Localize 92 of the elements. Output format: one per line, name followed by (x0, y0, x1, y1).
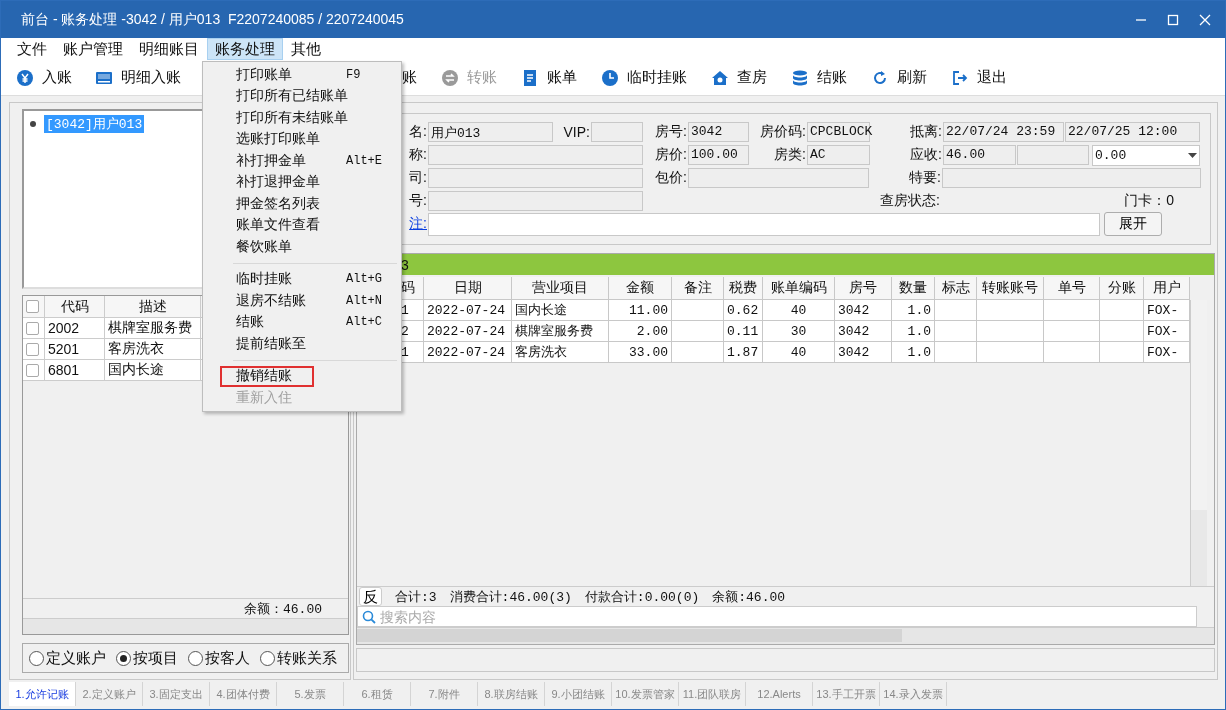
text-field[interactable]: 100.00 (688, 145, 749, 165)
field-label: 号: (408, 192, 427, 210)
text-field[interactable] (428, 145, 643, 165)
menu-item[interactable]: 文件 (9, 38, 55, 60)
text-field[interactable] (591, 122, 643, 142)
toolbar-button[interactable]: 退出 (952, 68, 1007, 87)
summary-text: 合计:3 (395, 588, 437, 606)
refresh-icon (872, 69, 888, 86)
radio-button[interactable] (29, 650, 44, 666)
menu-item[interactable]: 撤销结账 (220, 365, 314, 387)
toolbar-button[interactable]: 查房 (712, 68, 767, 87)
toolbar-button[interactable]: 明细入账 (96, 68, 181, 87)
bullet-icon (30, 121, 36, 127)
text-field[interactable]: 用户013 (428, 122, 553, 142)
field-label: 特要: (908, 169, 941, 187)
expand-button[interactable]: 展开 (1104, 212, 1162, 236)
radio-label[interactable]: 按项目 (133, 648, 178, 668)
database-icon (792, 69, 808, 86)
table-cell: 6801 (45, 360, 105, 381)
text-field[interactable]: 3042 (688, 122, 749, 142)
field-label: 应收: (909, 146, 942, 164)
text-field[interactable]: 22/07/25 12:00 (1065, 122, 1200, 142)
field-label: VIP: (562, 124, 590, 140)
keyboard-icon (96, 69, 112, 86)
text-field[interactable]: 22/07/24 23:59 (943, 122, 1064, 142)
balance-text: 余额：46.00 (244, 600, 322, 618)
field-label: 司: (408, 169, 427, 187)
field-label: 房号: (654, 123, 687, 141)
document-icon (522, 69, 538, 86)
radio-label[interactable]: 定义账户 (46, 648, 106, 668)
exit-icon (952, 69, 968, 86)
dropdown-field[interactable]: 0.00 (1092, 144, 1200, 166)
window-title: 前台 - 账务处理 -3042 / 用户013 F2207240085 / 2207240045 (21, 10, 405, 29)
text-field[interactable] (1017, 145, 1089, 165)
toolbar-button[interactable]: 临时挂账 (602, 68, 687, 87)
menu-item[interactable]: 选账打印账单 (205, 128, 399, 150)
tab[interactable]: 1.允许记账 (9, 682, 76, 706)
house-icon (712, 69, 728, 86)
menu-item[interactable]: 明细账目 (131, 38, 207, 60)
menu-item[interactable]: 账户管理 (55, 38, 131, 60)
toolbar-button[interactable]: 账单 (522, 68, 577, 87)
dropdown-arrow-icon (1188, 152, 1197, 158)
menu-item[interactable]: 打印所有未结账单 (205, 107, 399, 129)
transfer-icon (442, 69, 458, 86)
summary-text: 付款合计:0.00(0) (584, 588, 700, 606)
menu-item[interactable]: 打印账单 F9 (205, 64, 399, 86)
toolbar-button[interactable]: 结账 (792, 68, 847, 87)
radio-label[interactable]: 按客人 (205, 648, 250, 668)
radio-button[interactable] (188, 650, 203, 666)
text-field[interactable] (942, 168, 1201, 188)
menu-item[interactable]: 补打退押金单 (205, 171, 399, 193)
checkbox[interactable] (26, 363, 39, 377)
field-label: 房价: (654, 146, 687, 164)
menu-item[interactable]: 其他 (283, 38, 329, 60)
clock-icon (602, 69, 618, 86)
field-label: 抵离: (909, 123, 942, 141)
field-label: 查房状态: (879, 192, 940, 210)
summary-text: 余额:46.00 (712, 588, 786, 606)
text-field[interactable]: 46.00 (943, 145, 1016, 165)
table-cell: 国内长途 (105, 360, 201, 381)
checkbox[interactable] (26, 321, 39, 335)
field-label: 房价码: (759, 123, 806, 141)
menu-item[interactable]: 补打押金单 Alt+E (205, 150, 399, 172)
text-field[interactable] (428, 191, 643, 211)
field-label: 门卡：0 (1123, 192, 1174, 210)
checkbox[interactable] (26, 342, 39, 356)
search-field[interactable]: 搜索内容 (357, 606, 1197, 627)
summary-text: 消费合计:46.00(3) (449, 588, 572, 606)
scrollbar[interactable] (357, 627, 1214, 644)
menu-item[interactable]: 账单文件查看 (205, 214, 399, 236)
text-field[interactable] (688, 168, 869, 188)
field-label: 包价: (654, 169, 687, 187)
yen-icon (17, 69, 33, 86)
text-field[interactable]: CPCBLOCK (807, 122, 870, 142)
reverse-button[interactable]: 反 (359, 587, 382, 606)
field-label: 名: (408, 123, 427, 141)
field-label: 房类: (773, 146, 806, 164)
search-icon (362, 610, 376, 624)
menu-item[interactable]: 打印所有已结账单 (205, 85, 399, 107)
text-field[interactable]: AC (807, 145, 870, 165)
radio-label[interactable]: 转账关系 (277, 648, 337, 668)
menu-item[interactable]: 押金签名列表 (205, 193, 399, 215)
toolbar-button[interactable]: 入账 (17, 68, 72, 87)
checkbox[interactable] (26, 300, 39, 313)
scrollbar[interactable] (23, 618, 348, 634)
input-field[interactable] (428, 212, 1100, 236)
radio-button[interactable] (116, 650, 131, 666)
text-field[interactable] (428, 168, 643, 188)
menu-item[interactable]: 账务处理 (207, 38, 283, 60)
radio-button[interactable] (260, 650, 275, 666)
toolbar-button[interactable]: 刷新 (872, 68, 927, 87)
toolbar-button[interactable]: 账 (402, 68, 417, 87)
